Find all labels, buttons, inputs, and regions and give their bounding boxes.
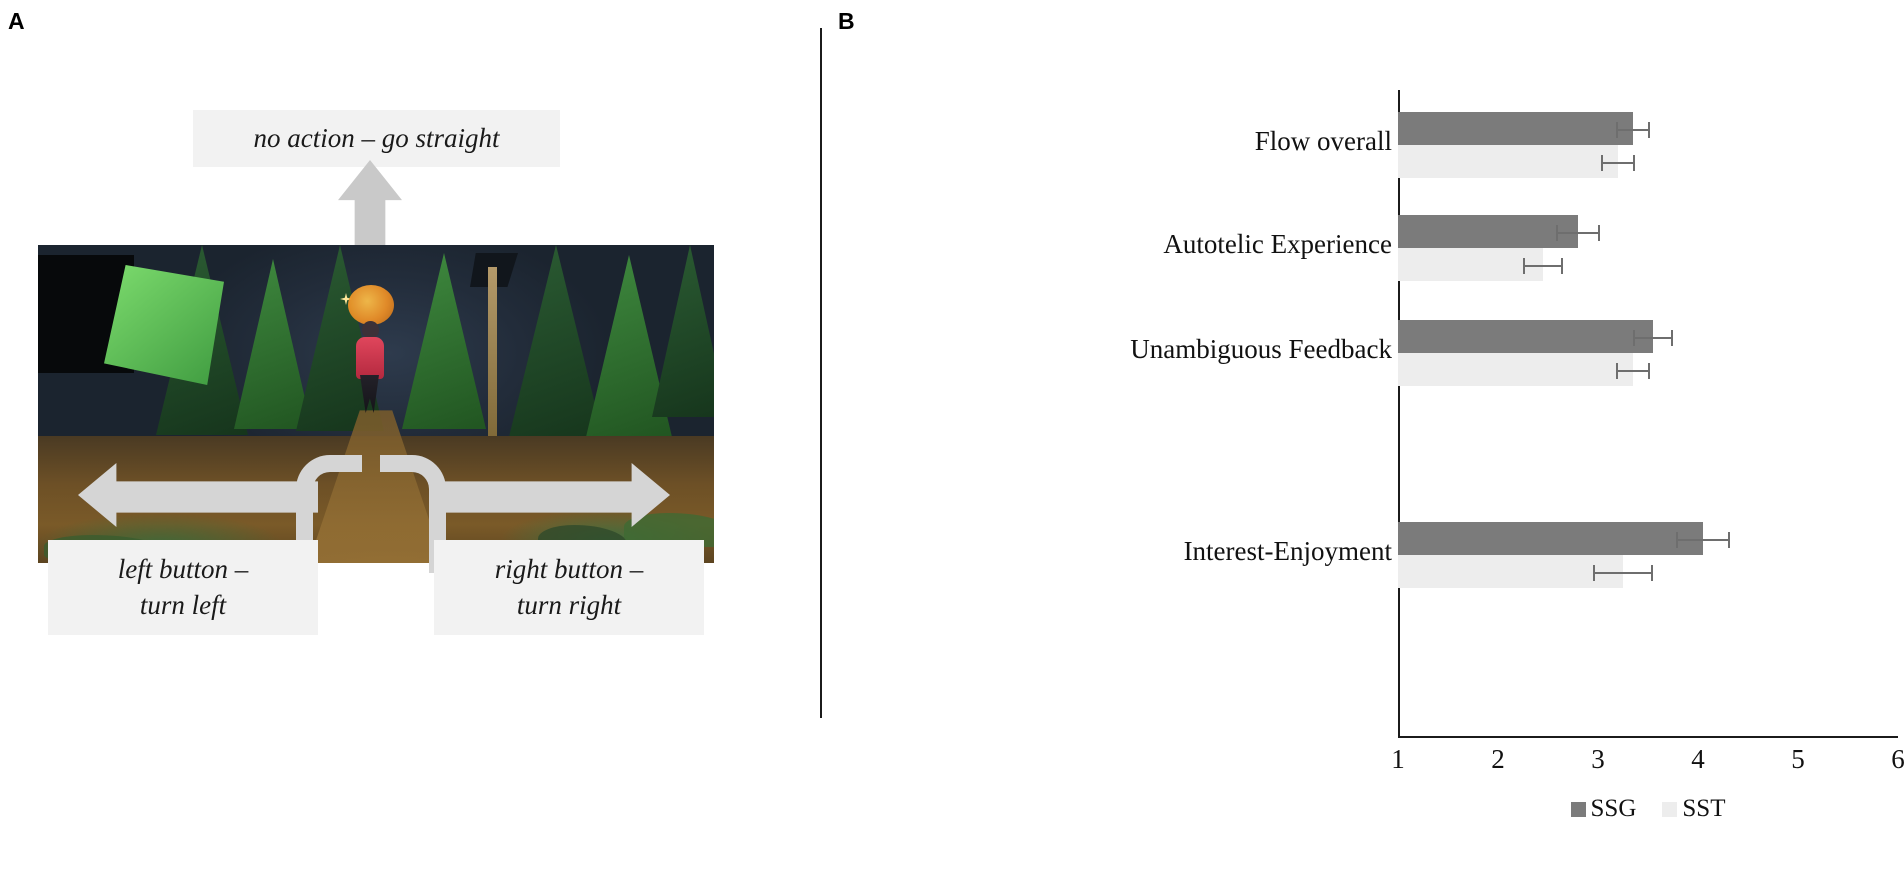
error-bar-ssg-1	[1556, 224, 1600, 241]
avatar-body	[356, 337, 384, 379]
bar-sst-1	[1398, 248, 1543, 281]
y-axis-line	[1398, 90, 1400, 738]
legend-item-sst[interactable]: SST	[1662, 795, 1725, 823]
avatar-head	[362, 321, 379, 338]
bar-sst-3	[1398, 555, 1623, 588]
x-tick-2: 2	[1491, 744, 1505, 774]
bar-ssg-0	[1398, 112, 1633, 145]
x-tick-1: 1	[1391, 744, 1405, 774]
x-tick-6: 6	[1891, 744, 1904, 774]
chart-legend: SSG SST	[1398, 795, 1898, 823]
x-axis-line	[1398, 736, 1898, 738]
figure-root: A no action – go straight left button – …	[0, 0, 1904, 875]
plot-area	[1398, 90, 1898, 738]
legend-label-ssg: SSG	[1590, 795, 1637, 822]
error-bar-sst-2	[1616, 362, 1650, 379]
legend-item-ssg[interactable]: SSG	[1570, 795, 1637, 823]
category-label-0: Flow overall	[1254, 126, 1392, 156]
callout-no-action-go-straight: no action – go straight	[193, 110, 560, 167]
error-bar-ssg-2	[1633, 329, 1673, 346]
pole	[488, 267, 497, 447]
panel-divider	[820, 28, 822, 718]
bar-ssg-2	[1398, 320, 1653, 353]
panel-b-flow-chart: B Flow overall Autotelic Experience Unambi…	[838, 0, 1904, 875]
bar-ssg-1	[1398, 215, 1578, 248]
bar-sst-2	[1398, 353, 1633, 386]
error-bar-sst-3	[1593, 564, 1653, 581]
x-tick-4: 4	[1691, 744, 1705, 774]
category-label-3: Interest-Enjoyment	[1183, 536, 1392, 566]
coin-icon	[348, 285, 394, 325]
error-bar-ssg-3	[1676, 531, 1730, 548]
panel-letter-a: A	[8, 8, 26, 34]
callout-left-button-turn-left: left button – turn left	[48, 540, 318, 635]
legend-label-sst: SST	[1682, 795, 1726, 822]
error-bar-sst-1	[1523, 257, 1563, 274]
panel-a-game-controls: A no action – go straight left button – …	[0, 0, 820, 875]
error-bar-sst-0	[1601, 154, 1635, 171]
bar-ssg-3	[1398, 522, 1703, 555]
callout-right-button-turn-right: right button – turn right	[434, 540, 704, 635]
game-screenshot	[38, 245, 714, 563]
x-tick-3: 3	[1591, 744, 1605, 774]
error-bar-ssg-0	[1616, 121, 1650, 138]
legend-swatch-sst	[1662, 801, 1678, 817]
category-label-2: Unambiguous Feedback	[1130, 334, 1392, 364]
legend-swatch-ssg	[1570, 801, 1586, 817]
green-slab	[104, 265, 224, 385]
grouped-bar-chart: Flow overall Autotelic Experience Unambigu…	[838, 0, 1904, 875]
bar-sst-0	[1398, 145, 1618, 178]
category-label-1: Autotelic Experience	[1163, 229, 1392, 259]
x-tick-5: 5	[1791, 744, 1805, 774]
